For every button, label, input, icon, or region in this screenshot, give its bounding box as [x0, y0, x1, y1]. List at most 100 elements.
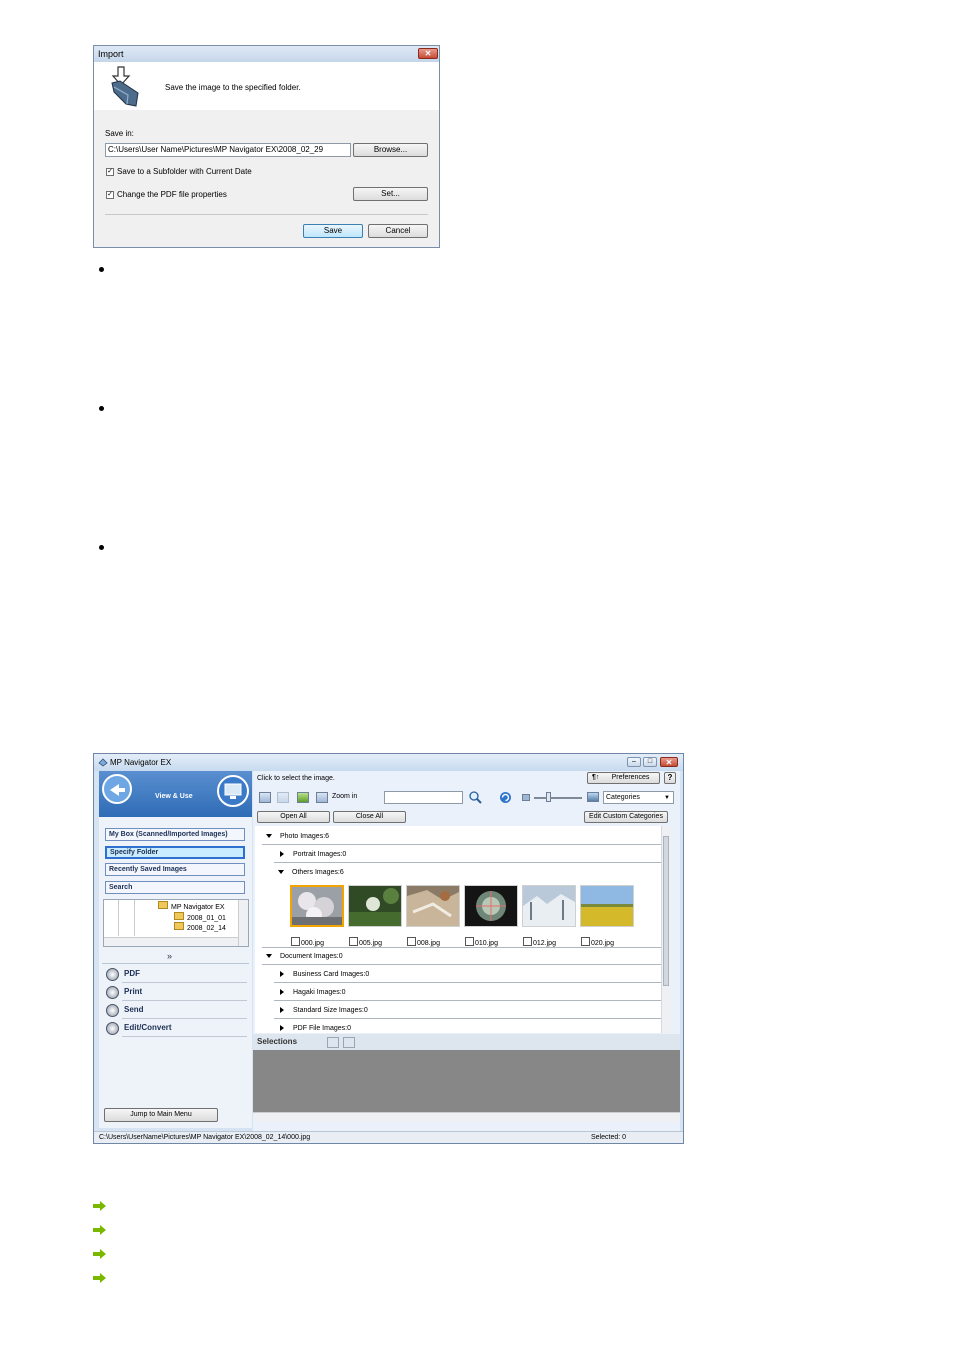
- thumbnail-010[interactable]: [464, 885, 518, 927]
- thumbnail-label[interactable]: 010.jpg: [465, 937, 498, 947]
- tree-node-label: 2008_01_01: [187, 915, 226, 922]
- group-hagaki[interactable]: Hagaki Images:0: [280, 989, 346, 996]
- import-dialog: Import ✕ Save the image to the specified…: [93, 45, 440, 248]
- small-size-icon[interactable]: [522, 794, 530, 801]
- set-button[interactable]: Set...: [353, 187, 428, 201]
- thumbnail-label[interactable]: 008.jpg: [407, 937, 440, 947]
- scroll-thumb[interactable]: [663, 836, 669, 986]
- tree-hscroll[interactable]: [104, 937, 239, 946]
- browse-button[interactable]: Browse...: [353, 143, 428, 157]
- thumbnail-012[interactable]: [522, 885, 576, 927]
- pdf-properties-checkbox[interactable]: ✓: [106, 191, 114, 199]
- divider: [102, 963, 249, 964]
- arrow-link-icon[interactable]: [93, 1225, 107, 1235]
- group-standard-size[interactable]: Standard Size Images:0: [280, 1007, 368, 1014]
- list-vscroll[interactable]: [661, 826, 671, 1033]
- thumbnail-label[interactable]: 005.jpg: [349, 937, 382, 947]
- list-view-icon[interactable]: [277, 792, 289, 803]
- category-list: Photo Images:6 Portrait Images:0 Others …: [255, 826, 671, 1033]
- preferences-button[interactable]: ¶↑ Preferences: [587, 772, 660, 784]
- print-icon: [106, 986, 119, 999]
- thumbnail-label[interactable]: 000.jpg: [291, 937, 324, 947]
- group-portrait[interactable]: Portrait Images:0: [280, 851, 346, 858]
- minimize-button[interactable]: –: [627, 757, 641, 767]
- thumbnail-008[interactable]: [406, 885, 460, 927]
- dialog-banner: Save the image to the specified folder.: [94, 62, 439, 110]
- thumbnail-label[interactable]: 020.jpg: [581, 937, 614, 947]
- import-folder-icon: [111, 66, 139, 107]
- tree-node-2008-02-14[interactable]: 2008_02_14: [174, 922, 226, 932]
- thumbnail-000[interactable]: [290, 885, 344, 927]
- size-slider[interactable]: [534, 797, 582, 799]
- task-print[interactable]: Print: [104, 985, 247, 1001]
- folder-tree[interactable]: MP Navigator EX 2008_01_01 2008_02_14: [103, 899, 249, 947]
- thumbnail-020[interactable]: [580, 885, 634, 927]
- large-size-icon[interactable]: [587, 792, 599, 802]
- thumbnail-image: [407, 886, 459, 926]
- window-close-button[interactable]: ✕: [660, 757, 678, 767]
- thumbnail-005[interactable]: [348, 885, 402, 927]
- rotate-icon[interactable]: [297, 792, 309, 803]
- group-others[interactable]: Others Images:6: [278, 869, 344, 876]
- close-button[interactable]: ✕: [418, 48, 438, 59]
- thumbnail-image: [581, 886, 633, 926]
- pdf-properties-checkbox-label: Change the PDF file properties: [117, 190, 227, 199]
- view-use-icon[interactable]: [101, 773, 133, 805]
- help-button[interactable]: ?: [664, 772, 676, 784]
- close-all-button[interactable]: Close All: [333, 811, 406, 823]
- nav-item-search[interactable]: Search: [105, 881, 245, 894]
- group-business-card[interactable]: Business Card Images:0: [280, 971, 369, 978]
- task-label: Send: [124, 1005, 144, 1014]
- zoom-in-icon[interactable]: [316, 792, 328, 803]
- left-pane: View & Use My Box (Scanned/Imported Imag…: [99, 771, 252, 1128]
- tree-node-2008-01-01[interactable]: 2008_01_01: [174, 912, 226, 922]
- task-pdf[interactable]: PDF: [104, 967, 247, 983]
- group-pdf-file[interactable]: PDF File Images:0: [280, 1025, 351, 1032]
- save-button[interactable]: Save: [303, 224, 363, 238]
- grid-view-icon[interactable]: [259, 792, 271, 803]
- arrow-link-icon[interactable]: [93, 1273, 107, 1283]
- zoom-icon[interactable]: [468, 791, 482, 804]
- mode-header: View & Use: [99, 771, 252, 817]
- save-in-label: Save in:: [105, 129, 134, 138]
- edit-custom-categories-button[interactable]: Edit Custom Categories: [584, 811, 668, 823]
- task-label: Print: [124, 987, 143, 996]
- group-document[interactable]: Document Images:0: [266, 953, 343, 960]
- thumbnail-image: [349, 886, 401, 926]
- nav-item-recently-saved[interactable]: Recently Saved Images: [105, 863, 245, 876]
- main-pane: Click to select the image. ¶↑ Preferences…: [253, 771, 680, 1133]
- tree-vscroll[interactable]: [238, 900, 248, 946]
- jump-to-main-menu-button[interactable]: Jump to Main Menu: [104, 1108, 218, 1122]
- search-input[interactable]: [384, 791, 463, 804]
- refresh-icon[interactable]: [499, 791, 512, 804]
- group-label: PDF File Images:0: [293, 1025, 351, 1032]
- cancel-button[interactable]: Cancel: [368, 224, 428, 238]
- preferences-icon: ¶↑: [592, 774, 600, 781]
- list-view-icon[interactable]: [343, 1037, 355, 1048]
- thumbnail-label[interactable]: 012.jpg: [523, 937, 556, 947]
- selections-hscroll[interactable]: [253, 1112, 680, 1122]
- group-photo[interactable]: Photo Images:6: [266, 833, 329, 840]
- tree-node-root[interactable]: MP Navigator EX: [158, 901, 225, 911]
- nav-item-specify-folder[interactable]: Specify Folder: [105, 846, 245, 859]
- mode-label: View & Use: [155, 793, 193, 800]
- expand-chevron-icon[interactable]: »: [167, 951, 172, 961]
- thumbnail-image: [465, 886, 517, 926]
- task-edit-convert[interactable]: Edit/Convert: [104, 1021, 247, 1037]
- arrow-link-icon[interactable]: [93, 1249, 107, 1259]
- monitor-icon[interactable]: [216, 774, 250, 808]
- categories-select[interactable]: Categories ▼: [603, 791, 674, 804]
- subfolder-checkbox[interactable]: ✓: [106, 168, 114, 176]
- save-in-field[interactable]: C:\Users\User Name\Pictures\MP Navigator…: [105, 143, 351, 157]
- maximize-button[interactable]: □: [643, 757, 657, 767]
- open-all-button[interactable]: Open All: [257, 811, 330, 823]
- grid-view-icon[interactable]: [327, 1037, 339, 1048]
- group-label: Document Images:0: [280, 953, 343, 960]
- arrow-link-icon[interactable]: [93, 1201, 107, 1211]
- tree-node-label: 2008_02_14: [187, 925, 226, 932]
- nav-item-my-box[interactable]: My Box (Scanned/Imported Images): [105, 828, 245, 841]
- group-label: Others Images:6: [292, 869, 344, 876]
- edit-convert-icon: [106, 1022, 119, 1035]
- size-slider-thumb[interactable]: [546, 792, 551, 802]
- task-send[interactable]: Send: [104, 1003, 247, 1019]
